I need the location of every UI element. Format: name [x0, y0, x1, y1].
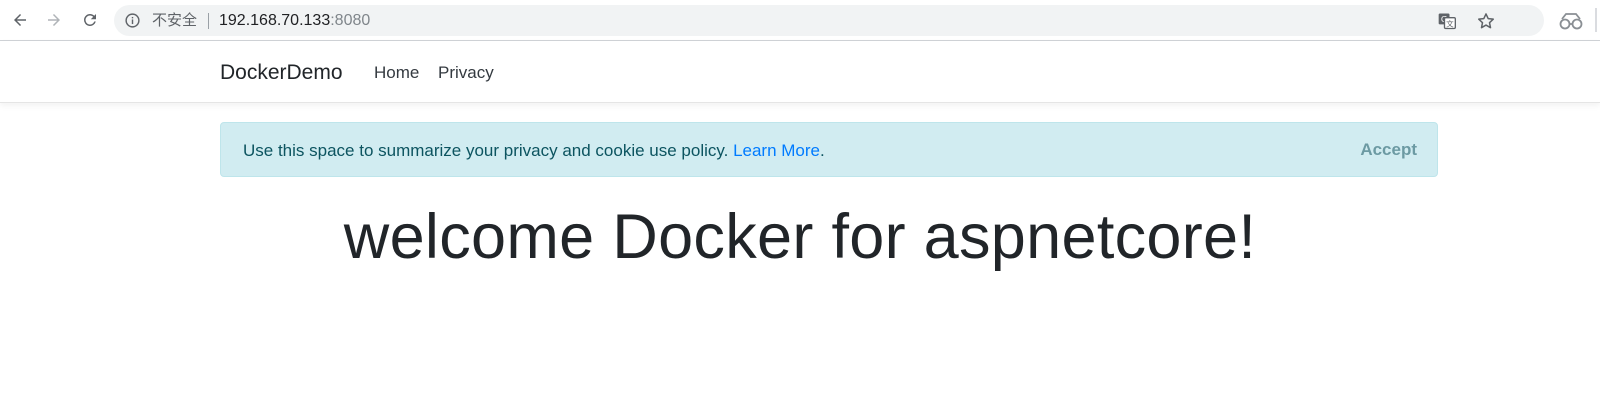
back-button[interactable] — [8, 8, 32, 32]
arrow-left-icon — [14, 14, 26, 26]
cookie-consent-text: Use this space to summarize your privacy… — [243, 141, 825, 161]
welcome-heading: welcome Docker for aspnetcore! — [343, 202, 1257, 272]
cookie-consent-alert: Use this space to summarize your privacy… — [220, 122, 1438, 177]
info-icon[interactable] — [124, 12, 141, 29]
nav-link-home[interactable]: Home — [374, 63, 419, 83]
omnibox-divider — [208, 13, 209, 29]
learn-more-link[interactable]: Learn More — [733, 141, 820, 160]
nav-link-privacy[interactable]: Privacy — [438, 63, 494, 83]
site-navbar: DockerDemo Home Privacy — [0, 41, 1600, 103]
extension-icon[interactable] — [1559, 10, 1583, 32]
reload-button[interactable] — [78, 8, 102, 32]
security-status-label[interactable]: 不安全 — [152, 12, 197, 29]
reload-icon — [83, 13, 96, 26]
browser-toolbar: 不安全 192.168.70.133:8080 G 文 — [0, 0, 1600, 41]
star-icon[interactable] — [1476, 11, 1496, 31]
forward-button[interactable] — [42, 8, 66, 32]
accept-cookie-button[interactable]: Accept — [1360, 139, 1417, 161]
brand-link[interactable]: DockerDemo — [220, 61, 343, 85]
url-text[interactable]: 192.168.70.133:8080 — [219, 11, 370, 30]
address-bar[interactable]: 不安全 192.168.70.133:8080 G 文 — [114, 5, 1544, 36]
cookie-consent-message: Use this space to summarize your privacy… — [243, 141, 734, 160]
cookie-consent-period: . — [820, 141, 825, 160]
svg-text:文: 文 — [1446, 18, 1454, 28]
url-host: 192.168.70.133 — [219, 12, 331, 29]
translate-icon[interactable]: G 文 — [1437, 11, 1457, 31]
toolbar-edge-divider — [1595, 8, 1597, 32]
url-port: :8080 — [330, 12, 371, 29]
arrow-right-icon — [48, 14, 60, 26]
